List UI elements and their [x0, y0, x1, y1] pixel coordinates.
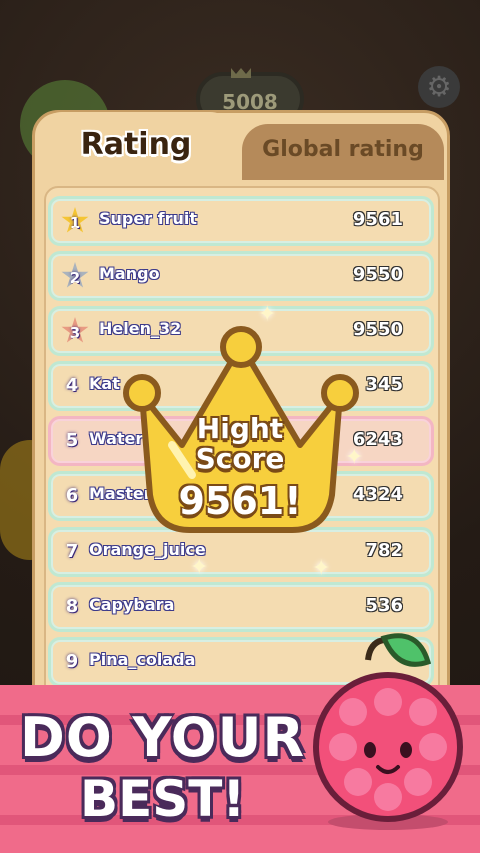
rank-number: 4	[65, 375, 79, 396]
player-score: 536	[365, 595, 403, 616]
rank-number: 8	[65, 596, 79, 617]
player-score: 9561	[352, 209, 403, 230]
leaderboard-row[interactable]: 1 Super fruit 9561	[48, 196, 434, 246]
player-name: Super fruit	[99, 209, 198, 228]
sparkle-icon: ✦	[258, 302, 277, 327]
highscore-line2: Score	[195, 442, 285, 475]
sparkle-icon: ✦	[345, 445, 364, 470]
tab-global-rating[interactable]: Global rating	[242, 124, 444, 180]
player-score: 9550	[352, 264, 403, 285]
rank-number: 6	[65, 485, 79, 506]
player-name: Pina_colada	[89, 650, 196, 669]
player-name: Capybara	[89, 595, 175, 614]
player-score: 782	[365, 540, 403, 561]
rank-number: 7	[65, 541, 79, 562]
leaderboard-row[interactable]: 8 Capybara 536	[48, 582, 434, 632]
rank-number: 5	[65, 430, 79, 451]
rank-star-icon: 2	[61, 262, 89, 288]
banner-line2: BEST!	[80, 770, 246, 828]
rank-star-icon: 1	[61, 207, 89, 233]
sparkle-icon: ✦	[312, 556, 331, 581]
highscore-line1: Hight	[196, 412, 284, 445]
raspberry-mascot-icon	[313, 633, 463, 830]
highscore-value: 9561!	[178, 479, 302, 523]
leaderboard-row[interactable]: 2 Mango 9550	[48, 251, 434, 301]
highscore-label: Hight Score 9561!	[150, 414, 330, 524]
rank-number: 9	[65, 651, 79, 672]
banner-line1: DO YOUR	[20, 706, 306, 769]
gear-icon[interactable]: ⚙	[418, 66, 460, 108]
rank-star-icon: 3	[61, 317, 89, 343]
player-score: 345	[365, 374, 403, 395]
sparkle-icon: ✦	[190, 555, 209, 580]
player-name: Mango	[99, 264, 160, 283]
tab-rating[interactable]: Rating	[36, 112, 236, 182]
